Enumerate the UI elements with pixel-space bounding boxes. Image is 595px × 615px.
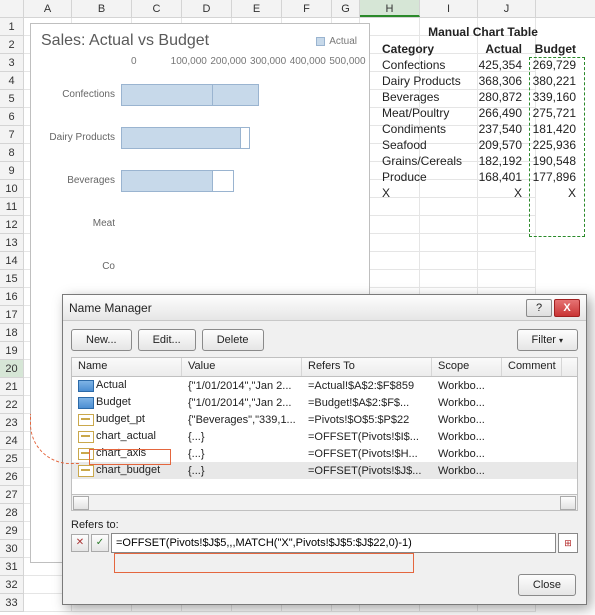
- manual-body: Confections425,354269,729Dairy Products3…: [378, 57, 588, 201]
- h-scrollbar[interactable]: [71, 495, 578, 511]
- chart-legend: Actual: [316, 36, 357, 47]
- manual-chart-table: Manual Chart Table Category Actual Budge…: [378, 23, 588, 201]
- hdr-budget: Budget: [526, 41, 580, 57]
- dialog-title: Name Manager: [69, 301, 152, 315]
- chart-axis: 0100,000200,000300,000400,000500,000: [131, 56, 369, 67]
- dialog-toolbar: New... Edit... Delete Filter▾: [71, 329, 578, 351]
- legend-swatch-icon: [316, 37, 325, 46]
- filter-button[interactable]: Filter▾: [517, 329, 578, 351]
- help-button[interactable]: ?: [526, 299, 552, 317]
- list-header[interactable]: NameValueRefers ToScopeComment: [71, 357, 578, 377]
- legend-label: Actual: [329, 36, 357, 47]
- accept-edit-icon[interactable]: ✓: [91, 534, 109, 552]
- dialog-titlebar[interactable]: Name Manager ? X: [63, 295, 586, 321]
- refers-to-input[interactable]: [111, 533, 556, 553]
- highlight-chart-budget: [89, 449, 171, 465]
- list-item[interactable]: Actual{"1/01/2014","Jan 2...=Actual!$A$2…: [72, 377, 577, 394]
- edit-button[interactable]: Edit...: [138, 329, 196, 351]
- delete-button[interactable]: Delete: [202, 329, 264, 351]
- new-button[interactable]: New...: [71, 329, 132, 351]
- chevron-down-icon: ▾: [559, 336, 563, 345]
- manual-headers: Category Actual Budget: [378, 41, 588, 57]
- hdr-actual: Actual: [470, 41, 526, 57]
- refers-to-label: Refers to:: [71, 519, 578, 531]
- name-manager-dialog: Name Manager ? X New... Edit... Delete F…: [62, 294, 587, 605]
- range-picker-icon[interactable]: ⊞: [558, 533, 578, 553]
- close-button[interactable]: Close: [518, 574, 576, 596]
- col-headers[interactable]: ABCDEFGHIJ: [0, 0, 595, 18]
- list-item[interactable]: Budget{"1/01/2014","Jan 2...=Budget!$A$2…: [72, 394, 577, 411]
- manual-title: Manual Chart Table: [378, 23, 588, 41]
- cancel-edit-icon[interactable]: ✕: [71, 534, 89, 552]
- close-x-button[interactable]: X: [554, 299, 580, 317]
- row-headers[interactable]: 1234567891011121314151617181920212223242…: [0, 18, 24, 612]
- chart-bars: ConfectionsDairy ProductsBeveragesMeatCo…: [31, 73, 369, 331]
- names-list[interactable]: Actual{"1/01/2014","Jan 2...=Actual!$A$2…: [71, 377, 578, 495]
- list-item[interactable]: budget_pt{"Beverages","339,1...=Pivots!$…: [72, 411, 577, 428]
- list-item[interactable]: chart_actual{...}=OFFSET(Pivots!$I$...Wo…: [72, 428, 577, 445]
- hdr-category: Category: [378, 41, 470, 57]
- highlight-refers-input: [114, 553, 414, 573]
